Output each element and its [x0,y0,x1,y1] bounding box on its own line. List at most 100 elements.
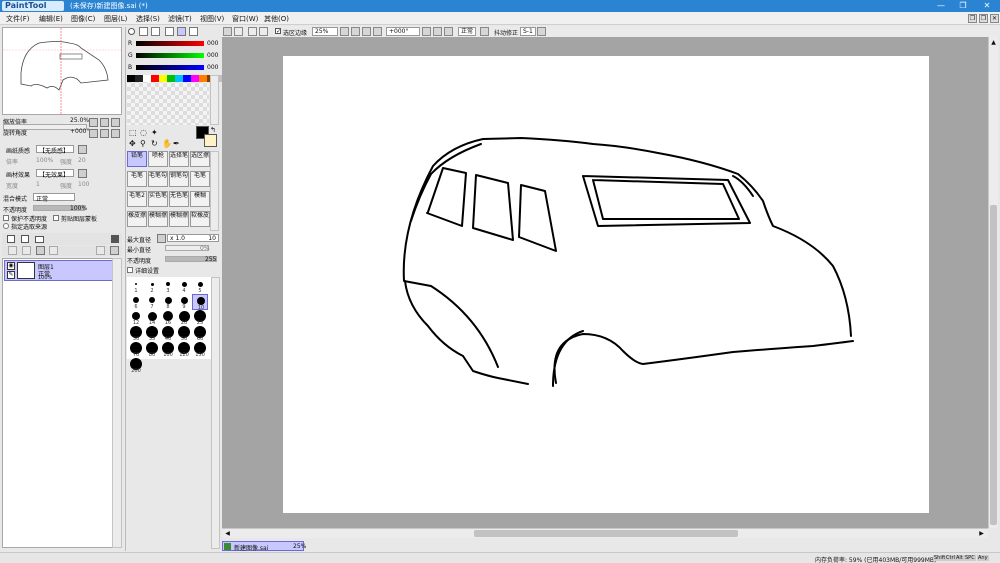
brush-tool-button[interactable]: 无色笔 [169,191,189,207]
red-slider[interactable] [136,41,204,46]
scroll-up-icon[interactable]: ▲ [990,39,997,46]
palette-swatch[interactable] [127,75,135,82]
detail-settings-checkbox[interactable] [127,267,133,273]
brush-size-cell[interactable]: 4 [176,278,192,294]
blend-mode-select[interactable]: 正常 [33,193,75,203]
stabilizer-select[interactable]: S-1 [520,27,536,36]
brush-size-cell[interactable]: 35 [144,326,160,342]
eye-icon[interactable]: ◉ [7,262,15,270]
hand-icon[interactable]: ✋ [162,139,172,148]
brush-size-cell[interactable]: 2 [144,278,160,294]
rotate-select[interactable]: +000° [386,27,420,36]
rotate-reset-button[interactable] [111,129,120,138]
menu-other[interactable]: 其他(O) [264,14,289,24]
brush-tool-button[interactable]: 模糊擦 [169,211,189,227]
brush-tool-button[interactable]: 模糊擦 [148,211,168,227]
brush-size-cell[interactable]: 80 [144,342,160,358]
palette-swatch[interactable] [175,75,183,82]
scratchpad-icon[interactable] [189,27,198,36]
brush-tool-button[interactable]: 毛笔2 [127,191,147,207]
layer-apply-button[interactable] [96,246,105,255]
view-blend-select[interactable]: 正常 [458,27,476,36]
menu-filter[interactable]: 滤镜(T) [168,14,192,24]
new-layer-icon[interactable] [7,235,15,243]
brush-size-cell[interactable]: 200 [128,358,144,374]
brush-size-cell[interactable]: 10 [192,294,208,311]
hsv-slider-icon[interactable] [151,27,160,36]
brush-size-cell[interactable]: 120 [176,342,192,358]
palette-swatch[interactable] [143,75,151,82]
stabilizer-dropdown-button[interactable] [537,27,546,36]
layer-merge-down-button[interactable] [22,246,31,255]
brush-size-cell[interactable]: 60 [192,326,208,342]
brush-size-cell[interactable]: 20 [176,310,192,326]
selection-source-radio[interactable] [3,223,9,229]
tool-grid-scrollbar[interactable] [210,151,219,231]
menu-window[interactable]: 窗口(W) [232,14,258,24]
layer-trash-button[interactable] [110,246,119,255]
brush-size-cell[interactable]: 5 [192,278,208,294]
canvas-zoom-reset-button[interactable] [373,27,382,36]
brush-tool-button[interactable]: 模糊 [190,191,210,207]
green-slider[interactable] [136,53,204,58]
brush-lock-icon[interactable]: ✎ [7,271,15,279]
paper-effect-button[interactable] [78,169,87,178]
flip-view-button[interactable] [480,27,489,36]
horizontal-scroll-thumb[interactable] [474,530,738,537]
protect-opacity-checkbox[interactable] [3,215,9,221]
menu-select[interactable]: 选择(S) [136,14,160,24]
brush-tool-button[interactable]: 铅笔 [127,151,147,167]
maximize-icon[interactable]: ❐ [952,0,974,12]
brush-size-cell[interactable]: 3 [160,278,176,294]
color-wheel-icon[interactable] [128,28,135,35]
swatch-grid[interactable] [127,75,255,125]
undo-button[interactable] [223,27,232,36]
document-tab[interactable]: 新建图像.sai 25% [222,541,306,552]
mdi-restore2-icon[interactable]: ❐ [979,14,988,23]
canvas-zoom-in-button[interactable] [362,27,371,36]
scroll-right-icon[interactable]: ▶ [978,530,985,537]
color-mix-icon[interactable] [165,27,174,36]
mdi-restore-icon[interactable]: ❐ [968,14,977,23]
secondary-color-swatch[interactable] [204,134,217,147]
brush-tool-button[interactable]: 实色笔 [148,191,168,207]
blue-slider[interactable] [136,65,204,70]
rotate-icon[interactable]: ↻ [151,139,158,148]
swatch-scrollbar[interactable] [210,75,219,125]
brush-tool-button[interactable]: 选区擦 [190,151,210,167]
zoom-out-button[interactable] [89,118,98,127]
menu-layer[interactable]: 图层(L) [104,14,127,24]
brush-tool-button[interactable]: 钢笔勾 [169,171,189,187]
canvas-zoom-out-button[interactable] [351,27,360,36]
zoom-reset-button[interactable] [111,118,120,127]
brush-size-cell[interactable]: 8 [160,294,176,310]
canvas-rotate-right-button[interactable] [433,27,442,36]
brush-tool-button[interactable]: 毛笔 [127,171,147,187]
lasso-icon[interactable]: ◌ [140,128,147,137]
layer-list-scrollbar[interactable] [112,258,122,548]
layer-transfer-down-button[interactable] [8,246,17,255]
brush-tool-button[interactable]: 软橡皮 [190,211,210,227]
palette-swatch[interactable] [135,75,143,82]
paper-texture-select[interactable]: 【无质感】 [36,145,74,155]
brush-size-cell[interactable]: 14 [144,310,160,326]
selection-edge-checkbox[interactable]: ✓ [275,28,281,35]
zoom-dropdown-button[interactable] [340,27,349,36]
brush-size-cell[interactable]: 1 [128,278,144,294]
brush-tool-button[interactable]: 毛笔 [190,171,210,187]
minimize-icon[interactable]: — [930,0,952,12]
scroll-left-icon[interactable]: ◀ [224,530,231,537]
brush-size-cell[interactable]: 25 [192,310,208,326]
palette-swatch[interactable] [199,75,207,82]
swatches-icon[interactable] [177,27,186,36]
brush-size-cell[interactable]: 6 [128,294,144,310]
menu-file[interactable]: 文件(F) [6,14,30,24]
paper-texture-button[interactable] [78,145,87,154]
canvas-vertical-scrollbar[interactable]: ▲ [988,37,998,528]
brush-size-cell[interactable]: 12 [128,310,144,326]
brush-tool-button[interactable]: 橡皮擦 [127,211,147,227]
navigator-preview[interactable] [2,27,122,115]
brush-tool-button[interactable]: 毛笔勾 [148,171,168,187]
brush-size-cell[interactable]: 7 [144,294,160,310]
rotate-right-button[interactable] [100,129,109,138]
